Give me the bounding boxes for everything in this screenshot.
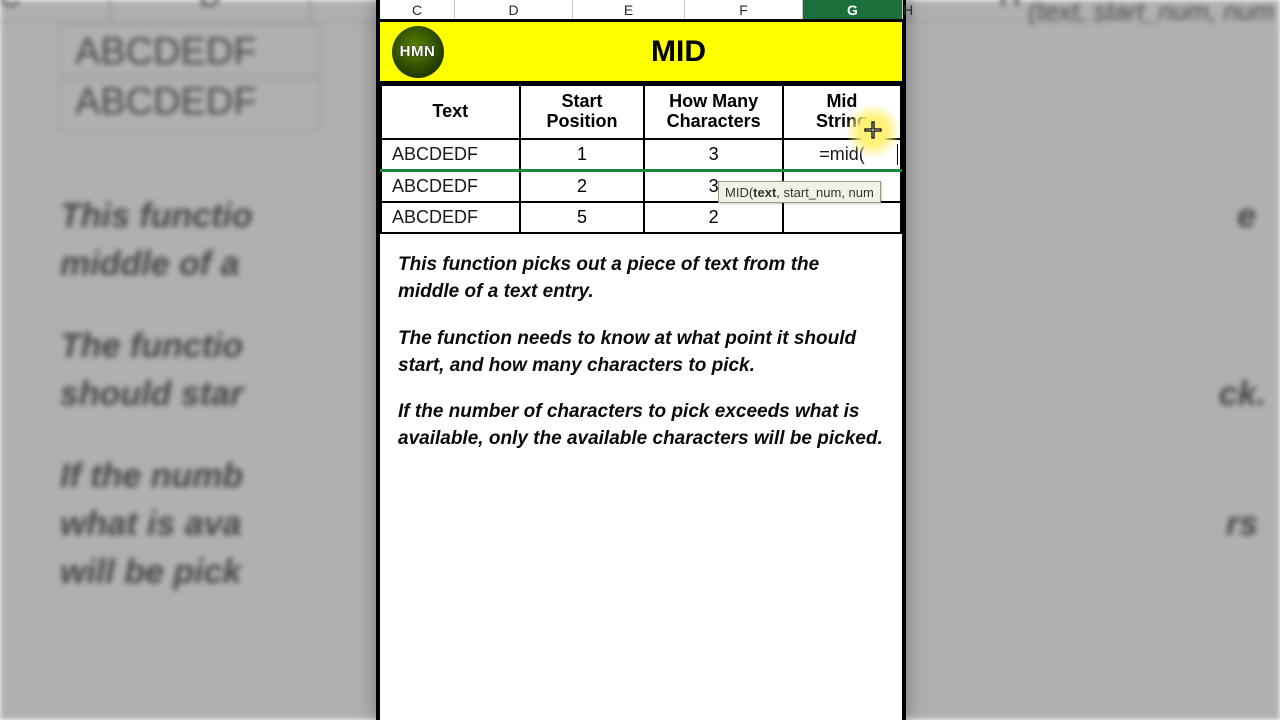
cell-start-2[interactable]: 2 [520,170,645,202]
col-hdr-d[interactable]: D [455,0,573,19]
cell-text-2[interactable]: ABCDEDF [381,170,520,202]
col-hdr-e[interactable]: E [573,0,685,19]
hmn-logo: HMN [380,22,455,81]
table-header-row: Text Start Position How Many Characters … [381,85,901,139]
col-hdr-g[interactable]: G [803,0,903,19]
description-block: This function picks out a piece of text … [380,234,902,454]
column-header-strip: C D E F G H [380,0,902,22]
cell-count-1[interactable]: 3 [644,139,783,171]
cell-mid-3[interactable] [783,202,901,233]
logo-text: HMN [400,43,436,60]
col-hdr-c[interactable]: C [380,0,455,19]
hdr-start: Start Position [520,85,645,139]
tooltip-fn: MID( [725,185,753,200]
col-hdr-h[interactable]: H [903,0,913,19]
formula-tooltip: MID(text, start_num, num [718,181,881,203]
cell-text-3[interactable]: ABCDEDF [381,202,520,233]
cell-start-1[interactable]: 1 [520,139,645,171]
cell-count-3[interactable]: 2 [644,202,783,233]
excel-cross-cursor-icon [861,119,885,143]
col-hdr-f[interactable]: F [685,0,803,19]
desc-para-3: If the number of characters to pick exce… [398,399,884,453]
hdr-text: Text [381,85,520,139]
tooltip-rest: , start_num, num [776,185,874,200]
hdr-count: How Many Characters [644,85,783,139]
cursor-highlight [846,104,900,158]
table-row: ABCDEDF 1 3 =mid( [381,139,901,171]
table-row: ABCDEDF 5 2 [381,202,901,233]
cell-start-3[interactable]: 5 [520,202,645,233]
desc-para-1: This function picks out a piece of text … [398,252,884,306]
title-bar: HMN MID [380,22,902,84]
desc-para-2: The function needs to know at what point… [398,326,884,380]
tooltip-active-arg: text [753,185,776,200]
cell-text-1[interactable]: ABCDEDF [381,139,520,171]
function-title: MID [455,22,902,81]
tutorial-card: C D E F G H HMN MID Text Start Position … [376,0,906,720]
mid-example-table: Text Start Position How Many Characters … [380,84,902,234]
